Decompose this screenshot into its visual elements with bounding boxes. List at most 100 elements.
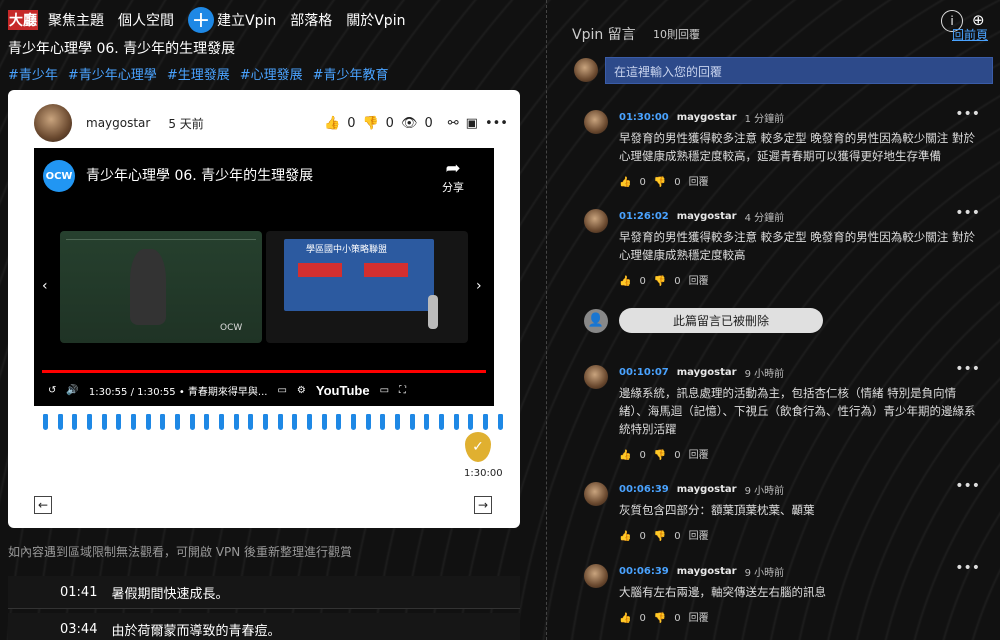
more-icon[interactable]: ••• bbox=[955, 361, 980, 377]
tag-link[interactable]: #青少年 bbox=[8, 68, 58, 83]
avatar[interactable] bbox=[34, 104, 72, 142]
avatar[interactable] bbox=[584, 365, 608, 389]
back-link[interactable]: 回前頁 bbox=[952, 26, 988, 43]
chevron-left-icon[interactable]: ‹ bbox=[42, 278, 48, 294]
timeline-marker[interactable] bbox=[307, 414, 313, 430]
prev-arrow-icon[interactable]: ← bbox=[34, 496, 52, 514]
tag-link[interactable]: #青少年心理學 bbox=[68, 68, 157, 83]
comment-timestamp[interactable]: 01:26:02 bbox=[619, 211, 669, 222]
youtube-logo[interactable]: YouTube bbox=[316, 383, 370, 398]
bookmark-icon[interactable]: ▣ bbox=[466, 116, 478, 131]
comment-user[interactable]: maygostar bbox=[677, 566, 737, 577]
replay-icon[interactable]: ↺ bbox=[48, 385, 56, 396]
dislike-icon[interactable]: 👎 bbox=[654, 450, 666, 461]
timeline-marker[interactable] bbox=[409, 414, 415, 430]
timeline-marker[interactable] bbox=[131, 414, 137, 430]
timeline-marker[interactable] bbox=[277, 414, 283, 430]
nav-item-personal[interactable]: 個人空間 bbox=[118, 10, 174, 30]
nav-item-about[interactable]: 關於Vpin bbox=[346, 10, 405, 30]
reply-button[interactable]: 回覆 bbox=[689, 450, 709, 461]
progress-bar[interactable] bbox=[42, 370, 486, 373]
channel-logo[interactable]: OCW bbox=[43, 160, 75, 192]
like-icon[interactable]: 👍 bbox=[324, 116, 340, 131]
home-logo[interactable]: 大廳 bbox=[8, 10, 38, 30]
captions-icon[interactable]: ▭ bbox=[277, 385, 286, 396]
timeline-marker[interactable] bbox=[497, 414, 503, 430]
like-icon[interactable]: 👍 bbox=[619, 613, 631, 624]
plus-icon[interactable]: + bbox=[188, 7, 214, 33]
chapter-row[interactable]: 03:44 由於荷爾蒙而導致的青春痘。 bbox=[8, 613, 520, 640]
comment-user[interactable]: maygostar bbox=[677, 484, 737, 495]
comment-user[interactable]: maygostar bbox=[677, 211, 737, 222]
avatar[interactable] bbox=[584, 209, 608, 233]
video-player[interactable]: OCW 青少年心理學 06. 青少年的生理發展 ➦ 分享 ‹ OCW 學區國中小策… bbox=[34, 148, 494, 406]
timeline-marker[interactable] bbox=[101, 414, 107, 430]
timeline-marker[interactable] bbox=[116, 414, 122, 430]
reply-button[interactable]: 回覆 bbox=[689, 531, 709, 542]
reply-button[interactable]: 回覆 bbox=[689, 177, 709, 188]
timeline-marker[interactable] bbox=[145, 414, 151, 430]
dislike-icon[interactable]: 👎 bbox=[654, 276, 666, 287]
username[interactable]: maygostar bbox=[86, 116, 150, 130]
avatar[interactable] bbox=[584, 110, 608, 134]
reply-button[interactable]: 回覆 bbox=[689, 613, 709, 624]
timeline-marker[interactable] bbox=[160, 414, 166, 430]
fullscreen-icon[interactable]: ⛶ bbox=[399, 385, 406, 396]
chapter-row[interactable]: 01:41 暑假期間快速成長。 bbox=[8, 576, 520, 609]
comment-user[interactable]: maygostar bbox=[677, 112, 737, 123]
comment-timestamp[interactable]: 00:10:07 bbox=[619, 367, 669, 378]
next-arrow-icon[interactable]: → bbox=[474, 496, 492, 514]
dislike-icon[interactable]: 👎 bbox=[362, 116, 378, 131]
timeline-marker[interactable] bbox=[233, 414, 239, 430]
dislike-icon[interactable]: 👎 bbox=[654, 531, 666, 542]
timeline-marker[interactable] bbox=[189, 414, 195, 430]
nav-item-blog[interactable]: 部落格 bbox=[290, 10, 332, 30]
like-icon[interactable]: 👍 bbox=[619, 276, 631, 287]
timeline-marker[interactable] bbox=[219, 414, 225, 430]
more-icon[interactable]: ••• bbox=[485, 116, 508, 131]
timeline-marker[interactable] bbox=[43, 414, 48, 430]
comment-timestamp[interactable]: 00:06:39 bbox=[619, 484, 669, 495]
timeline-marker[interactable] bbox=[395, 414, 401, 430]
pin-check-icon[interactable]: ✓ bbox=[465, 432, 491, 462]
tag-link[interactable]: #青少年教育 bbox=[313, 68, 389, 83]
timeline-marker[interactable] bbox=[175, 414, 181, 430]
timeline-marker[interactable] bbox=[468, 414, 474, 430]
timeline-marker[interactable] bbox=[321, 414, 327, 430]
timeline-marker[interactable] bbox=[424, 414, 430, 430]
share-button[interactable]: ➦ 分享 bbox=[442, 158, 464, 195]
nav-item-create-vpin[interactable]: 建立Vpin bbox=[217, 10, 276, 30]
tag-link[interactable]: #心理發展 bbox=[240, 68, 303, 83]
timeline-marker[interactable] bbox=[380, 414, 386, 430]
more-icon[interactable]: ••• bbox=[955, 478, 980, 494]
avatar[interactable] bbox=[584, 482, 608, 506]
timeline-marker[interactable] bbox=[483, 414, 489, 430]
more-icon[interactable]: ••• bbox=[955, 106, 980, 122]
timeline-marker[interactable] bbox=[263, 414, 269, 430]
timeline-marker[interactable] bbox=[453, 414, 459, 430]
tag-link[interactable]: #生理發展 bbox=[167, 68, 230, 83]
chevron-right-icon[interactable]: › bbox=[476, 278, 482, 294]
dislike-icon[interactable]: 👎 bbox=[654, 613, 666, 624]
settings-icon[interactable]: ⚙ bbox=[297, 385, 306, 396]
more-icon[interactable]: ••• bbox=[955, 205, 980, 221]
timeline-marker[interactable] bbox=[365, 414, 371, 430]
video-title[interactable]: 青少年心理學 06. 青少年的生理發展 bbox=[86, 165, 313, 185]
reply-button[interactable]: 回覆 bbox=[689, 276, 709, 287]
timeline-marker[interactable] bbox=[57, 414, 63, 430]
timeline-marker[interactable] bbox=[204, 414, 210, 430]
comment-timestamp[interactable]: 00:06:39 bbox=[619, 566, 669, 577]
timeline-marker[interactable] bbox=[439, 414, 445, 430]
comment-timestamp[interactable]: 01:30:00 bbox=[619, 112, 669, 123]
more-icon[interactable]: ••• bbox=[955, 560, 980, 576]
like-icon[interactable]: 👍 bbox=[619, 531, 631, 542]
reply-input[interactable]: 在這裡輸入您的回覆 bbox=[605, 57, 993, 84]
vpin-timeline[interactable] bbox=[43, 408, 503, 430]
avatar[interactable] bbox=[584, 564, 608, 588]
dislike-icon[interactable]: 👎 bbox=[654, 177, 666, 188]
volume-icon[interactable]: 🔊 bbox=[66, 385, 78, 396]
timeline-marker[interactable] bbox=[87, 414, 93, 430]
nav-item-topics[interactable]: 聚焦主題 bbox=[48, 10, 104, 30]
share-icon[interactable]: ⚯ bbox=[448, 116, 459, 131]
timeline-marker[interactable] bbox=[336, 414, 342, 430]
